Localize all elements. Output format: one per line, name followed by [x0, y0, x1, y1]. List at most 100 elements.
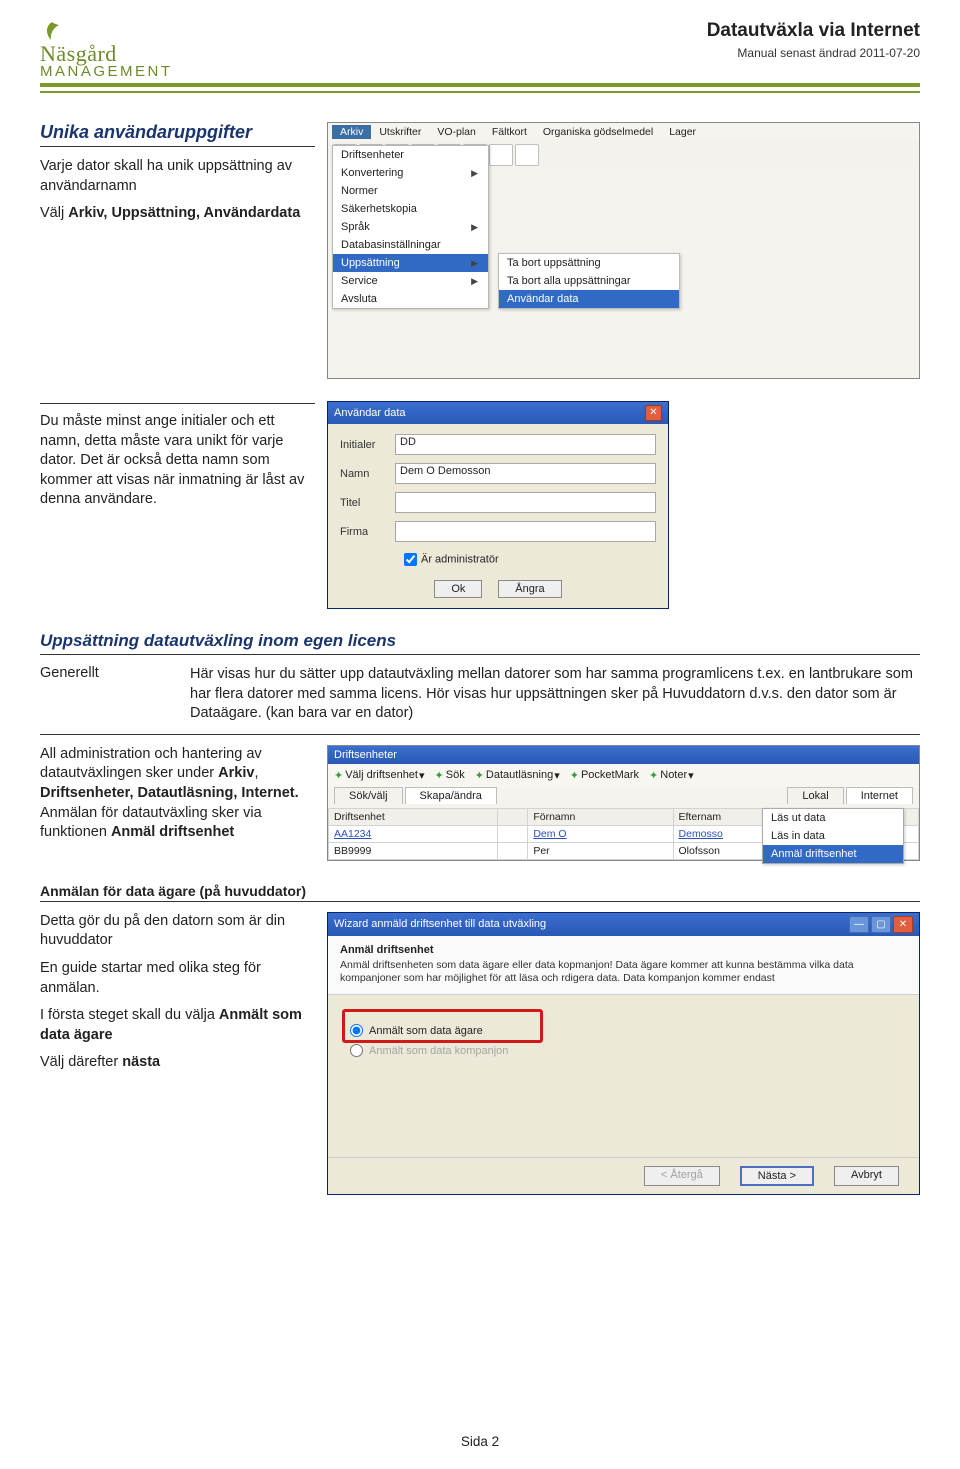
- section5-heading: Anmälan för data ägare (på huvuddator): [40, 883, 920, 902]
- page-header: Näsgård MANAGEMENT Datautväxla via Inter…: [40, 20, 920, 87]
- tab-lokal[interactable]: Lokal: [787, 787, 843, 804]
- ctx-lasin[interactable]: Läs in data: [763, 827, 903, 845]
- th-sok[interactable]: [498, 808, 528, 825]
- label-titel: Titel: [340, 497, 395, 509]
- screenshot-driftsenheter: Driftsenheter ✦Välj driftsenhet ▾ ✦Sök ✦…: [327, 745, 920, 861]
- submenu-tabortuppsattning[interactable]: Ta bort uppsättning: [499, 254, 679, 272]
- radio-data-kompanjon[interactable]: Anmält som data kompanjon: [350, 1044, 897, 1057]
- dialog-title: Användar data: [334, 407, 406, 419]
- menu-voplan[interactable]: VO-plan: [429, 125, 484, 139]
- doc-subtitle: Manual senast ändrad 2011-07-20: [707, 46, 920, 60]
- back-button: < Återgå: [644, 1166, 720, 1186]
- tb-pocketmark[interactable]: ✦PocketMark: [570, 769, 639, 782]
- label-namn: Namn: [340, 468, 395, 480]
- wizard-pane-desc: Anmäl driftsenheten som data ägare eller…: [340, 959, 907, 986]
- uppsattning-submenu: Ta bort uppsättning Ta bort alla uppsätt…: [498, 253, 680, 309]
- input-titel[interactable]: [395, 492, 656, 513]
- menu-item-databasinstallningar[interactable]: Databasinställningar: [333, 236, 488, 254]
- menu-item-sprak[interactable]: Språk▶: [333, 218, 488, 236]
- input-initialer[interactable]: DD: [395, 434, 656, 455]
- generellt-text: Här visas hur du sätter upp datautväxlin…: [190, 665, 920, 724]
- menu-item-service[interactable]: Service▶: [333, 272, 488, 290]
- tb-noter[interactable]: ✦Noter ▾: [649, 769, 694, 782]
- generellt-label: Generellt: [40, 665, 160, 724]
- next-button[interactable]: Nästa >: [740, 1166, 814, 1186]
- section5-para4: Välj därefter nästa: [40, 1053, 315, 1073]
- checkbox-admin-box[interactable]: [404, 553, 417, 566]
- th-fornamn[interactable]: Förnamn: [528, 808, 673, 825]
- menu-item-sakerhetskopia[interactable]: Säkerhetskopia: [333, 200, 488, 218]
- chevron-right-icon: ▶: [471, 258, 478, 269]
- input-namn[interactable]: Dem O Demosson: [395, 463, 656, 484]
- minimize-icon[interactable]: ―: [849, 916, 869, 933]
- brand-line1: Näsgård: [40, 44, 173, 65]
- checkbox-admin[interactable]: Är administratör: [400, 550, 656, 569]
- menu-item-konvertering[interactable]: Konvertering▶: [333, 164, 488, 182]
- maximize-icon[interactable]: ▢: [871, 916, 891, 933]
- menu-utskrifter[interactable]: Utskrifter: [371, 125, 429, 139]
- dialog-anvandardata: Användar data ✕ InitialerDD NamnDem O De…: [327, 401, 669, 609]
- subtabs: Sök/välj Skapa/ändra Lokal Internet: [328, 787, 919, 808]
- toolbar-row: ✦Välj driftsenhet ▾ ✦Sök ✦Datautläsning …: [328, 764, 919, 787]
- close-icon[interactable]: ✕: [645, 405, 662, 421]
- chevron-right-icon: ▶: [471, 168, 478, 179]
- toolbar-icon[interactable]: [489, 144, 513, 166]
- section5-para1: Detta gör du på den datorn som är din hu…: [40, 912, 315, 951]
- menu-item-avsluta[interactable]: Avsluta: [333, 290, 488, 308]
- tab-internet[interactable]: Internet: [846, 787, 913, 804]
- wizard-pane-title: Anmäl driftsenhet: [340, 944, 907, 956]
- section-divider: [40, 734, 920, 735]
- wizard-header-pane: Anmäl driftsenhet Anmäl driftsenheten so…: [328, 936, 919, 995]
- wizard-title: Wizard anmäld driftsenhet till data utvä…: [334, 918, 546, 930]
- cancel-button[interactable]: Ångra: [498, 580, 561, 598]
- menubar: Arkiv Utskrifter VO-plan Fältkort Organi…: [328, 123, 919, 141]
- ctx-anmal[interactable]: Anmäl driftsenhet: [763, 845, 903, 863]
- doc-title: Datautväxla via Internet: [707, 20, 920, 42]
- section1-para1: Varje dator skall ha unik uppsättning av…: [40, 157, 315, 196]
- tab-sokvalj[interactable]: Sök/välj: [334, 787, 403, 804]
- brand-line2: MANAGEMENT: [40, 65, 173, 79]
- menu-item-normer[interactable]: Normer: [333, 182, 488, 200]
- dialog-wizard: Wizard anmäld driftsenhet till data utvä…: [327, 912, 920, 1195]
- close-icon[interactable]: ✕: [893, 916, 913, 933]
- arkiv-dropdown: Driftsenheter Konvertering▶ Normer Säker…: [332, 145, 489, 309]
- highlight-box: [342, 1009, 543, 1043]
- input-firma[interactable]: [395, 521, 656, 542]
- submenu-tabortalla[interactable]: Ta bort alla uppsättningar: [499, 272, 679, 290]
- brand-logo: Näsgård MANAGEMENT: [40, 20, 173, 79]
- label-initialer: Initialer: [340, 439, 395, 451]
- section4-para: All administration och hantering av data…: [40, 745, 315, 843]
- menu-item-driftsenheter[interactable]: Driftsenheter: [333, 146, 488, 164]
- section-uppsattning-title: Uppsättning datautväxling inom egen lice…: [40, 631, 920, 655]
- section-divider: [40, 403, 315, 404]
- driftsenheter-title: Driftsenheter: [334, 749, 397, 761]
- menu-faltkort[interactable]: Fältkort: [484, 125, 535, 139]
- submenu-anvandardata[interactable]: Användar data: [499, 290, 679, 308]
- label-firma: Firma: [340, 526, 395, 538]
- menu-item-uppsattning[interactable]: Uppsättning▶: [333, 254, 488, 272]
- tab-skapaandra[interactable]: Skapa/ändra: [405, 787, 497, 804]
- header-right: Datautväxla via Internet Manual senast ä…: [707, 20, 920, 60]
- chevron-right-icon: ▶: [471, 276, 478, 287]
- cancel-button[interactable]: Avbryt: [834, 1166, 899, 1186]
- tb-datautlasning[interactable]: ✦Datautläsning ▾: [475, 769, 560, 782]
- chevron-right-icon: ▶: [471, 222, 478, 233]
- section2-para: Du måste minst ange initialer och ett na…: [40, 412, 315, 510]
- radio-input[interactable]: [350, 1044, 363, 1057]
- section1-para2: Välj Arkiv, Uppsättning, Användardata: [40, 204, 315, 224]
- ctx-lasut[interactable]: Läs ut data: [763, 809, 903, 827]
- page-number: Sida 2: [0, 1434, 960, 1449]
- tb-valj[interactable]: ✦Välj driftsenhet ▾: [334, 769, 425, 782]
- section-unika-title: Unika användaruppgifter: [40, 122, 315, 147]
- datautlasning-menu: Läs ut data Läs in data Anmäl driftsenhe…: [762, 808, 904, 864]
- screenshot-arkiv-menu: Arkiv Utskrifter VO-plan Fältkort Organi…: [327, 122, 920, 379]
- section5-para2: En guide startar med olika steg för anmä…: [40, 959, 315, 998]
- th-driftsenhet[interactable]: Driftsenhet: [329, 808, 498, 825]
- toolbar-icon[interactable]: [515, 144, 539, 166]
- menu-arkiv[interactable]: Arkiv: [332, 125, 371, 139]
- section5-para3: I första steget skall du välja Anmält so…: [40, 1006, 315, 1045]
- menu-organiska[interactable]: Organiska gödselmedel: [535, 125, 661, 139]
- tb-sok[interactable]: ✦Sök: [435, 769, 465, 782]
- ok-button[interactable]: Ok: [434, 580, 482, 598]
- menu-lager[interactable]: Lager: [661, 125, 704, 139]
